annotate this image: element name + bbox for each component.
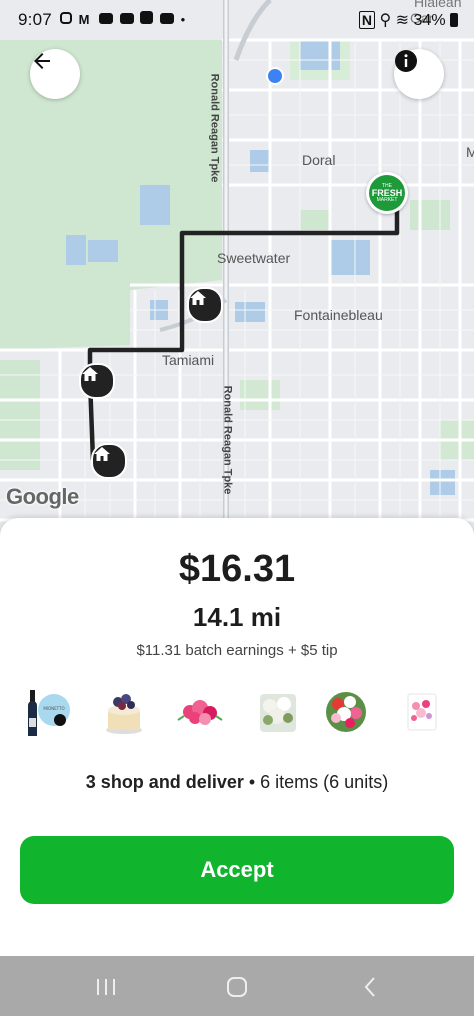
offer-price: $16.31 [178, 548, 296, 590]
item-cake[interactable] [98, 686, 150, 738]
house-icon [82, 367, 98, 381]
house-icon [190, 291, 206, 305]
dot-icon: • [180, 12, 189, 27]
google-attribution: Google [6, 484, 79, 509]
offer-summary-items: • 6 items (6 units) [243, 772, 389, 792]
route-map[interactable]: THE FRESH MARKET Hialeah Gar Doral M Swe… [0, 0, 474, 540]
item-thumbnails[interactable]: MIONETTO [14, 686, 464, 742]
system-nav-bar [0, 956, 474, 1016]
recent-apps-icon [97, 979, 115, 995]
pink-flowers-icon [177, 700, 223, 725]
battery-percent: 34% [413, 12, 446, 29]
status-right: N ⚲ ≋ 34% [358, 10, 458, 30]
wine-bottle-icon: MIONETTO [28, 690, 70, 736]
offer-summary-type: 3 shop and deliver [85, 772, 244, 792]
instagram-icon [60, 12, 72, 24]
battery-icon [450, 13, 458, 27]
back-button[interactable] [30, 49, 80, 99]
nfc-icon: N [358, 11, 376, 29]
info-icon [395, 50, 417, 72]
map-label-m: M [466, 144, 474, 160]
delivery-pin-2[interactable] [79, 363, 115, 399]
store-pin-fresh-market[interactable]: THE FRESH MARKET [366, 172, 408, 214]
back-icon [364, 977, 375, 997]
item-mixed-bouquet[interactable] [320, 686, 372, 738]
greeting-card-icon [407, 693, 437, 731]
item-wine[interactable]: MIONETTO [20, 686, 72, 738]
map-label-fontainebleau: Fontainebleau [294, 307, 383, 323]
arrow-left-icon [34, 53, 50, 69]
gmail-icon: M [78, 12, 93, 27]
offer-summary: 3 shop and deliver • 6 items (6 units) [0, 772, 474, 793]
status-time: 9:07 [18, 10, 52, 29]
offer-earnings-breakdown: $11.31 batch earnings + $5 tip [136, 642, 338, 659]
road-label-turnpike-top: Ronald Reagan Tpke [208, 73, 221, 183]
map-label-tamiami: Tamiami [162, 352, 215, 368]
house-icon [94, 447, 110, 461]
home-icon [227, 977, 247, 997]
status-notification-icons: M • [60, 11, 188, 27]
accept-button[interactable]: Accept [20, 836, 454, 904]
svg-text:MIONETTO: MIONETTO [43, 706, 64, 711]
map-label-sweetwater: Sweetwater [217, 250, 291, 266]
offer-distance: 14.1 mi [192, 602, 282, 632]
delivery-pin-3[interactable] [91, 443, 127, 479]
item-white-flowers[interactable] [252, 686, 304, 738]
fresh-market-logo: THE FRESH MARKET [369, 175, 405, 211]
offer-sheet: $16.31 14.1 mi $11.31 batch earnings + $… [0, 518, 474, 956]
youtube-icon [119, 13, 134, 24]
recent-apps-button[interactable] [86, 974, 126, 1000]
youtube-icon [99, 13, 114, 24]
current-location-dot [266, 67, 284, 85]
cake-icon [106, 694, 142, 734]
youtube-icon [159, 13, 174, 24]
wifi-icon: ≋ [395, 12, 410, 29]
item-greeting-card[interactable] [396, 686, 448, 738]
status-bar: 9:07 M • N ⚲ ≋ 34% [0, 0, 474, 40]
mixed-bouquet-icon [326, 692, 366, 732]
road-label-turnpike-bottom: Ronald Reagan Tpke [221, 385, 234, 495]
home-button[interactable] [217, 974, 257, 1000]
app-icon [140, 11, 154, 24]
white-flowers-icon [260, 694, 296, 732]
info-button[interactable] [394, 49, 444, 99]
map-label-doral: Doral [302, 152, 336, 168]
location-icon: ⚲ [379, 12, 392, 29]
delivery-pin-1[interactable] [187, 287, 223, 323]
item-pink-roses[interactable] [174, 686, 226, 738]
back-nav-button[interactable] [350, 974, 390, 1000]
